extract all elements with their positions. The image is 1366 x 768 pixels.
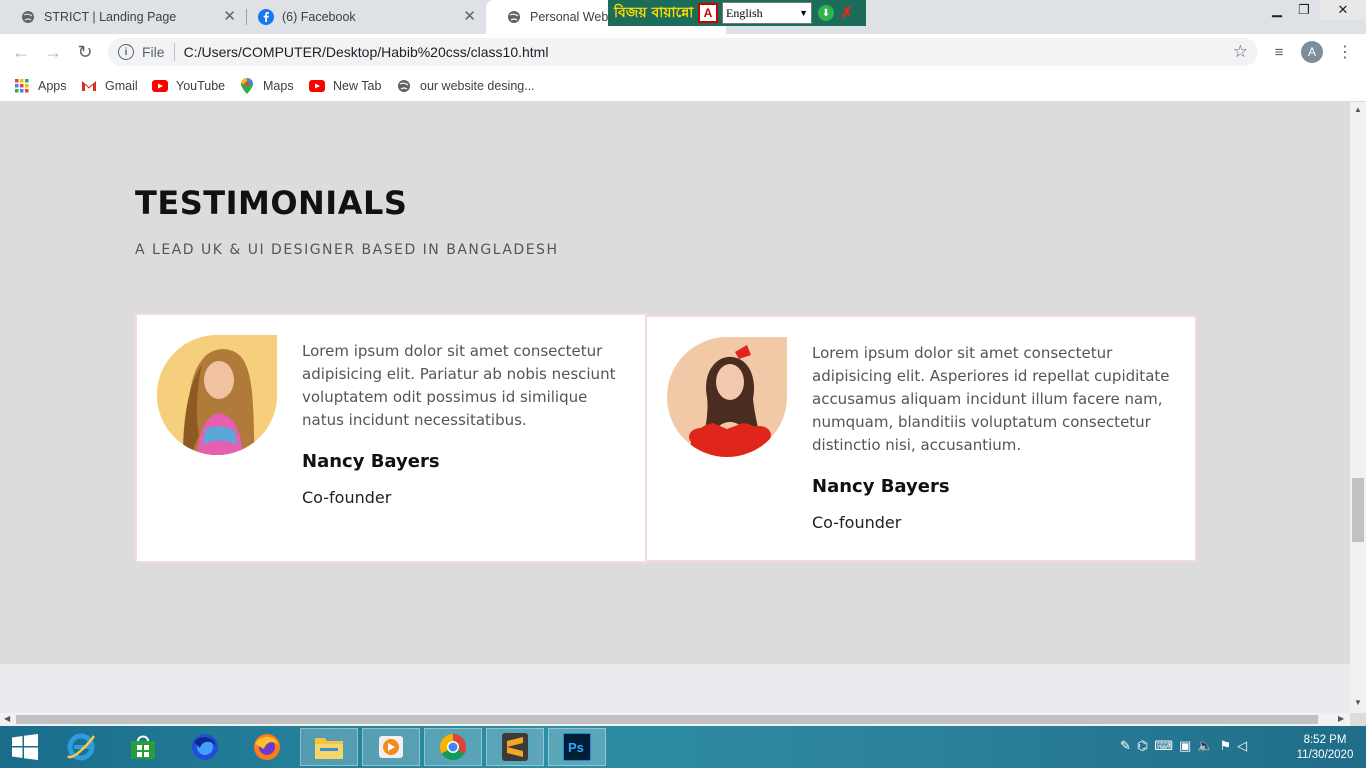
globe-icon (20, 9, 36, 25)
scroll-left-icon[interactable]: ◀ (4, 714, 10, 723)
bijoy-brand: বিজয় বায়ান্নো (614, 5, 694, 21)
bookmark-gmail[interactable]: Gmail (81, 76, 138, 96)
sublime-text-icon[interactable] (486, 728, 544, 766)
menu-icon[interactable]: ⋮ (1334, 41, 1356, 63)
horizontal-scrollbar[interactable]: ◀ ▶ (0, 713, 1350, 726)
speaker-icon[interactable]: ◁ (1237, 738, 1247, 754)
download-icon[interactable]: ⬇ (818, 5, 834, 21)
file-explorer-icon[interactable] (300, 728, 358, 766)
bookmarks-bar: Apps Gmail YouTube Maps New Tab our webs… (0, 70, 1366, 102)
avatar (667, 337, 787, 457)
testimonial-role: Co-founder (812, 513, 902, 532)
tools-icon[interactable]: ✗ (840, 3, 853, 23)
bijoy-keyboard-toolbar: বিজয় বায়ান্নো A English ▼ ⬇ ✗ (608, 0, 866, 26)
facebook-icon (258, 9, 274, 25)
testimonial-text: Lorem ipsum dolor sit amet consectetur a… (302, 342, 616, 429)
language-select[interactable]: English ▼ (722, 2, 812, 24)
system-tray: ✎ ⌬ ⌨ ▣ 🔈 ⚑ ◁ (1120, 738, 1247, 754)
testimonial-card: Lorem ipsum dolor sit amet consectetur a… (135, 313, 647, 563)
divider (173, 43, 175, 61)
globe-icon (506, 9, 522, 25)
testimonial-name: Nancy Bayers (812, 476, 950, 497)
apps-grid-icon (14, 78, 30, 94)
tab-facebook[interactable]: (6) Facebook ✕ (238, 0, 486, 34)
bookmark-label: YouTube (176, 79, 226, 93)
address-bar[interactable]: i File C:/Users/COMPUTER/Desktop/Habib%2… (108, 38, 1258, 66)
profile-avatar[interactable]: A (1301, 41, 1323, 63)
firefox-icon[interactable] (238, 728, 296, 766)
bookmark-label: Gmail (105, 79, 138, 93)
store-icon[interactable] (114, 728, 172, 766)
forward-arrow-icon[interactable]: → (42, 41, 64, 63)
media-player-icon[interactable] (362, 728, 420, 766)
tab-strict-landing[interactable]: STRICT | Landing Page ✕ (0, 0, 246, 34)
bookmark-our-website[interactable]: our website desing... (396, 76, 535, 96)
url-text: C:/Users/COMPUTER/Desktop/Habib%20css/cl… (183, 44, 549, 60)
close-icon[interactable]: ✕ (463, 9, 476, 25)
bookmark-maps[interactable]: Maps (239, 76, 294, 96)
internet-explorer-icon[interactable] (52, 728, 110, 766)
bookmark-label: our website desing... (420, 79, 535, 93)
reading-list-icon[interactable]: ≡ (1268, 41, 1290, 63)
avatar (157, 335, 277, 455)
keyboard-icon[interactable]: ⌨ (1154, 738, 1173, 754)
testimonial-role: Co-founder (302, 488, 392, 507)
svg-text:Ps: Ps (568, 740, 584, 755)
reload-icon[interactable]: ↻ (74, 41, 96, 63)
browser-toolbar: ← → ↻ i File C:/Users/COMPUTER/Desktop/H… (0, 34, 1366, 70)
flag-icon[interactable]: ⚑ (1220, 738, 1232, 754)
page-viewport: TESTIMONIALS A LEAD UK & UI DESIGNER BAS… (0, 102, 1350, 713)
bookmark-new-tab[interactable]: New Tab (309, 76, 381, 96)
scroll-up-icon[interactable]: ▲ (1354, 105, 1362, 114)
pen-icon[interactable]: ✎ (1120, 738, 1131, 754)
windows-start-icon[interactable] (0, 728, 50, 766)
vertical-scrollbar[interactable]: ▲ ▼ (1350, 102, 1366, 713)
next-section (0, 664, 1350, 713)
clock-date: 11/30/2020 (1296, 749, 1354, 761)
section-subtitle: A LEAD UK & UI DESIGNER BASED IN BANGLAD… (135, 242, 559, 258)
scroll-down-icon[interactable]: ▼ (1354, 698, 1362, 707)
photoshop-icon[interactable]: Ps (548, 728, 606, 766)
scrollbar-thumb[interactable] (16, 715, 1318, 724)
close-window-icon[interactable]: ✕ (1320, 0, 1366, 20)
clock-time: 8:52 PM (1303, 734, 1347, 746)
chevron-down-icon: ▼ (799, 8, 808, 18)
bijoy-logo-icon[interactable]: A (698, 3, 718, 23)
testimonial-text: Lorem ipsum dolor sit amet consectetur a… (812, 344, 1170, 454)
gmail-icon (81, 78, 97, 94)
language-value: English (726, 5, 763, 20)
bookmark-label: Maps (263, 79, 294, 93)
back-arrow-icon[interactable]: ← (10, 41, 32, 63)
tab-title: (6) Facebook (282, 10, 356, 24)
firefox-dev-icon[interactable] (176, 728, 234, 766)
section-title: TESTIMONIALS (135, 184, 408, 222)
clock[interactable]: 8:52 PM 11/30/2020 (1290, 733, 1360, 763)
youtube-icon (309, 78, 325, 94)
chrome-icon[interactable] (424, 728, 482, 766)
close-icon[interactable]: ✕ (223, 9, 236, 25)
bookmark-apps[interactable]: Apps (14, 76, 67, 96)
bookmark-youtube[interactable]: YouTube (152, 76, 225, 96)
windows-taskbar: Ps ✎ ⌬ ⌨ ▣ 🔈 ⚑ ◁ 8:52 PM 11/30/2020 (0, 726, 1366, 768)
network-icon[interactable]: ⌬ (1137, 738, 1148, 754)
maps-pin-icon (239, 78, 255, 94)
display-icon[interactable]: ▣ (1179, 738, 1191, 754)
tab-title: STRICT | Landing Page (44, 10, 177, 24)
bookmark-label: New Tab (333, 79, 382, 93)
scheme-label: File (142, 44, 165, 60)
star-icon[interactable]: ☆ (1233, 42, 1248, 62)
youtube-icon (152, 78, 168, 94)
volume-icon[interactable]: 🔈 (1197, 738, 1213, 754)
scrollbar-thumb[interactable] (1352, 478, 1364, 542)
scroll-right-icon[interactable]: ▶ (1338, 714, 1344, 723)
testimonial-card: Lorem ipsum dolor sit amet consectetur a… (645, 315, 1197, 562)
bookmark-label: Apps (38, 79, 67, 93)
globe-icon (396, 78, 412, 94)
testimonial-name: Nancy Bayers (302, 451, 440, 472)
info-icon[interactable]: i (118, 44, 134, 60)
